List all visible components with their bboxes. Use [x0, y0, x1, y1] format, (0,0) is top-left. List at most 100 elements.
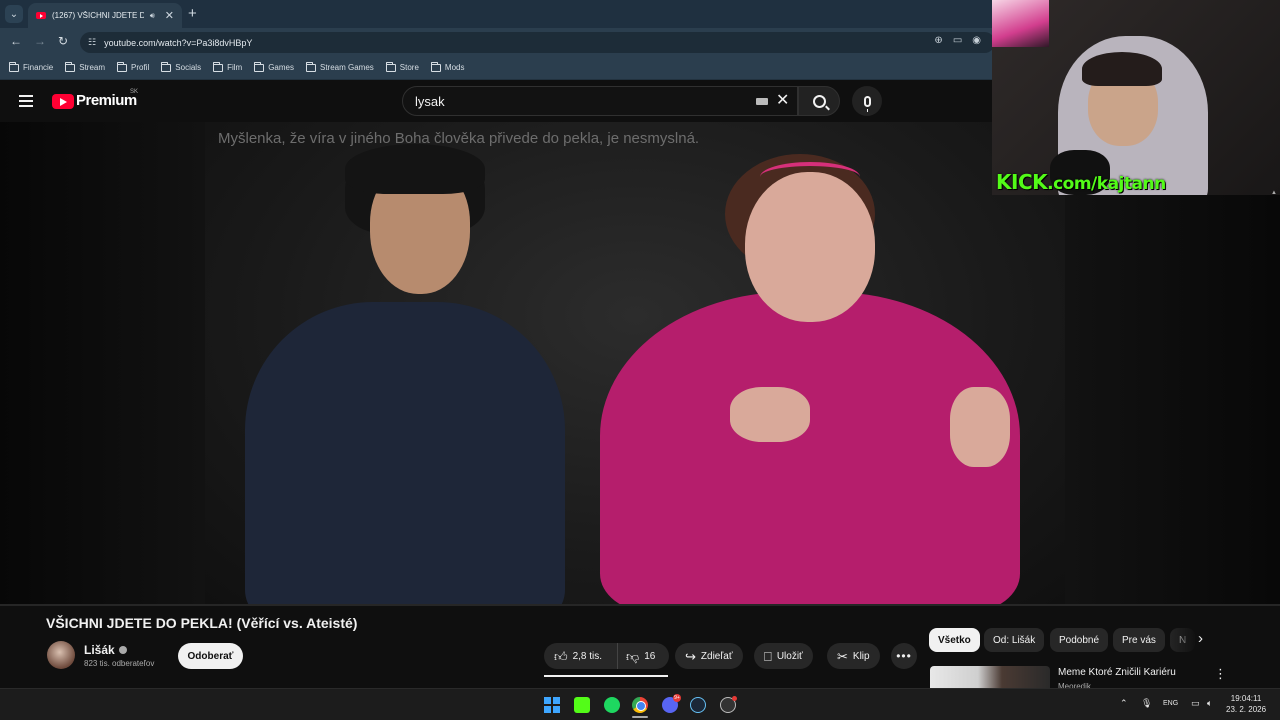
- menu-icon[interactable]: [19, 95, 33, 107]
- folder-icon: [117, 61, 128, 72]
- video-frame[interactable]: Myšlenka, že víra v jiného Boha člověka …: [205, 122, 1065, 606]
- bookmark-folder[interactable]: Stream Games: [305, 61, 374, 72]
- microphone-icon: [863, 95, 871, 112]
- verified-check-icon: [118, 646, 127, 654]
- new-tab-button[interactable]: +: [188, 5, 197, 22]
- chevron-right-icon[interactable]: ›: [1198, 630, 1203, 647]
- discord-notification-badge: 9+: [673, 694, 681, 702]
- bookmark-folder[interactable]: Mods: [430, 61, 465, 72]
- thumbs-down-icon: 👎︎: [626, 648, 640, 664]
- video-progress-bar[interactable]: [0, 604, 1280, 606]
- clock-time: 19:04:11: [1230, 694, 1262, 703]
- tab-audio-icon[interactable]: 🔊︎: [150, 11, 155, 21]
- bookmark-folder[interactable]: Stream: [65, 61, 106, 72]
- voice-search-button[interactable]: [852, 86, 882, 116]
- folder-icon: [254, 61, 265, 72]
- tab-search-chevron-icon[interactable]: ⌄: [5, 5, 23, 23]
- scissors-icon: ✂: [837, 648, 848, 664]
- tray-microphone-icon[interactable]: 🎙︎: [1141, 698, 1152, 709]
- lens-icon[interactable]: ◉: [972, 35, 981, 46]
- youtube-logo-text[interactable]: Premium: [76, 92, 137, 109]
- scrollbar-up-arrow-icon[interactable]: ▲: [1271, 190, 1277, 196]
- channel-name[interactable]: Lišák: [84, 643, 115, 657]
- clock-date: 23. 2. 2026: [1226, 705, 1267, 714]
- kick-brand: KICK: [996, 170, 1048, 194]
- bookmark-folder[interactable]: Financie: [9, 61, 53, 72]
- bookmark-folder[interactable]: Socials: [161, 61, 201, 72]
- like-active-underline: [544, 675, 668, 677]
- bookmark-folder[interactable]: Store: [385, 61, 419, 72]
- bookmark-icon: ⎕: [764, 648, 772, 664]
- like-button[interactable]: 👍︎ 2,8 tis.: [544, 643, 602, 669]
- reload-icon[interactable]: ↻: [58, 34, 68, 48]
- channel-name-row[interactable]: Lišák: [84, 643, 127, 657]
- video-letterbox-left: [0, 122, 205, 606]
- youtube-favicon-icon: [36, 12, 46, 19]
- forward-icon[interactable]: →: [34, 34, 46, 48]
- channel-avatar[interactable]: [47, 641, 75, 669]
- spotify-icon[interactable]: [604, 697, 620, 713]
- tray-network-icon[interactable]: ▭: [1191, 698, 1200, 709]
- chip-from-channel[interactable]: Od: Lišák: [984, 628, 1045, 652]
- subscribe-button[interactable]: Odoberať: [178, 643, 243, 669]
- zoom-icon[interactable]: ⊕: [934, 35, 942, 46]
- tray-overflow-chevron-icon[interactable]: ⌃: [1120, 698, 1128, 709]
- dislike-button[interactable]: 👎︎ 16: [617, 643, 655, 669]
- dislike-count: 16: [644, 650, 656, 662]
- back-icon[interactable]: ←: [10, 34, 22, 48]
- kick-channel-label: KICK.com/kajtann: [996, 170, 1166, 194]
- clear-search-icon[interactable]: ✕: [776, 90, 789, 110]
- youtube-logo-icon[interactable]: [52, 94, 74, 109]
- steam-icon[interactable]: [690, 697, 706, 713]
- clip-button[interactable]: ✂ Klip: [827, 643, 880, 669]
- bookmark-folder[interactable]: Film: [213, 61, 242, 72]
- bookmark-label: Store: [399, 63, 419, 72]
- chip-related[interactable]: Podobné: [1050, 628, 1109, 652]
- recommendation-title[interactable]: Meme Ktoré Zničili Kariéru: [1058, 667, 1176, 678]
- address-bar[interactable]: ☷ youtube.com/watch?v=Pa3i8dvHBpY ⊕ ▭ ◉: [80, 32, 995, 53]
- taskbar-clock[interactable]: 19:04:11 23. 2. 2026: [1226, 693, 1266, 715]
- chip-for-you[interactable]: Pre vás: [1113, 628, 1165, 652]
- folder-icon: [305, 61, 316, 72]
- folder-icon: [161, 61, 172, 72]
- video-subtitle: Myšlenka, že víra v jiného Boha člověka …: [218, 130, 700, 147]
- folder-icon: [430, 61, 441, 72]
- share-label: Zdieľať: [700, 650, 733, 662]
- chip-all[interactable]: Všetko: [929, 628, 980, 652]
- site-info-icon[interactable]: ☷: [88, 37, 96, 48]
- search-button[interactable]: [798, 86, 840, 116]
- folder-icon: [213, 61, 224, 72]
- webcam-thumbnail-image: [992, 0, 1049, 47]
- kick-app-icon[interactable]: [574, 697, 590, 713]
- webcam-streamer-hair: [1082, 52, 1162, 86]
- webcam-overlay: KICK.com/kajtann: [992, 0, 1280, 195]
- cast-icon[interactable]: ▭: [953, 35, 962, 46]
- bookmark-label: Stream: [79, 63, 106, 72]
- more-actions-button[interactable]: •••: [891, 643, 917, 669]
- share-button[interactable]: ↪ Zdieľať: [675, 643, 743, 669]
- video-title: VŠICHNI JDETE DO PEKLA! (Věřící vs. Atei…: [46, 615, 358, 631]
- save-button[interactable]: ⎕ Uložiť: [754, 643, 813, 669]
- tray-volume-icon[interactable]: 🔈︎: [1207, 698, 1212, 709]
- bookmark-folder[interactable]: Profil: [117, 61, 149, 72]
- taskbar-active-indicator: [632, 716, 648, 718]
- recommendation-menu-icon[interactable]: ⋮: [1214, 666, 1227, 682]
- chrome-icon[interactable]: [632, 697, 648, 713]
- video-person-right-face: [745, 172, 875, 322]
- bookmark-label: Mods: [444, 63, 465, 72]
- keyboard-icon[interactable]: [756, 98, 768, 105]
- kick-path: .com/kajtann: [1047, 174, 1166, 194]
- bookmark-folder[interactable]: Games: [254, 61, 294, 72]
- folder-icon: [9, 61, 19, 72]
- recommendation-thumbnail[interactable]: [930, 666, 1050, 688]
- windows-start-icon[interactable]: [544, 697, 560, 713]
- tab-close-icon[interactable]: ✕: [165, 9, 174, 22]
- clip-label: Klip: [852, 650, 870, 662]
- language-indicator[interactable]: ENG: [1163, 700, 1178, 707]
- folder-icon: [65, 61, 76, 72]
- browser-tab-active[interactable]: (1267) VŠICHNI JDETE DO P 🔊︎ ✕: [28, 3, 182, 28]
- video-person-right-hand: [950, 387, 1010, 467]
- video-person-right-headband: [760, 162, 860, 192]
- search-input[interactable]: lysak: [402, 86, 798, 116]
- video-person-left-fringe: [345, 144, 485, 194]
